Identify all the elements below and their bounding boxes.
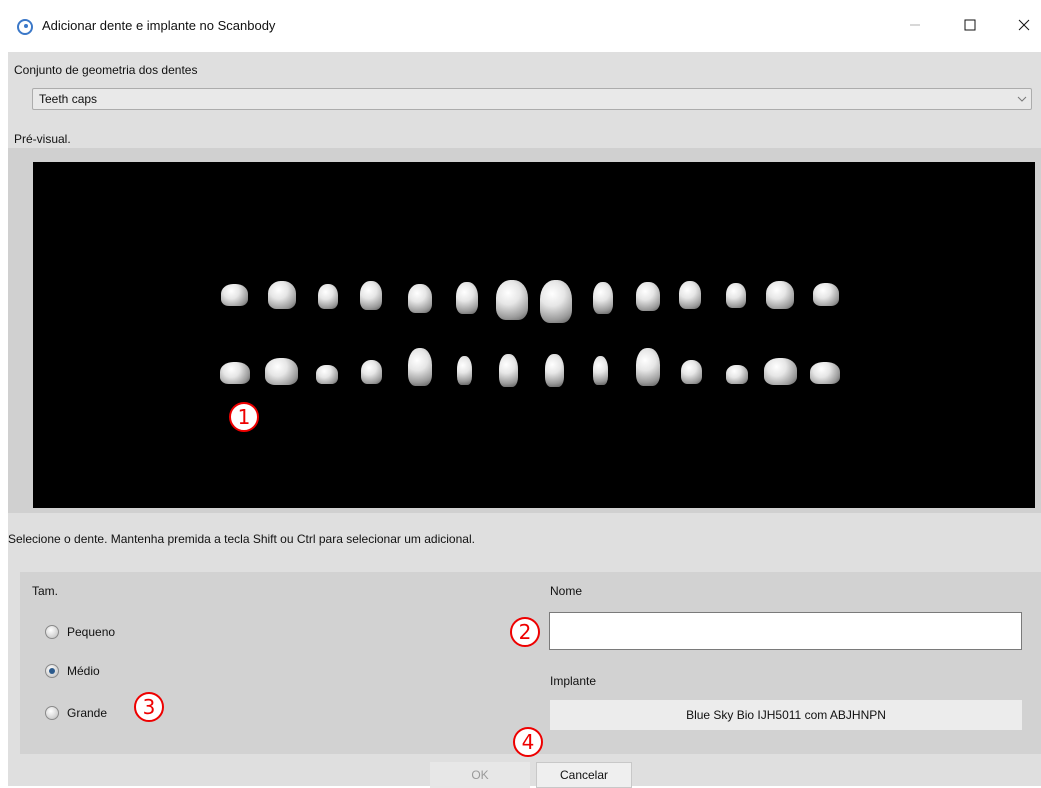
geometry-select-value: Teeth caps [39,92,98,106]
implant-label: Implante [550,674,597,688]
tooth-upper-7[interactable] [496,280,528,320]
tooth-upper-3[interactable] [318,284,338,309]
tooth-lower-11[interactable] [681,360,702,384]
window-title: Adicionar dente e implante no Scanbody [42,18,276,33]
maximize-button[interactable] [950,10,990,40]
tooth-upper-10[interactable] [636,282,660,311]
preview-label: Pré-visual. [14,132,71,146]
geometry-select[interactable]: Teeth caps [32,88,1032,110]
tooth-lower-6[interactable] [457,356,472,385]
tooth-upper-6[interactable] [456,282,478,314]
size-small-radio[interactable] [45,625,59,639]
tooth-lower-1[interactable] [220,362,250,384]
tooth-lower-14[interactable] [810,362,840,384]
tooth-upper-9[interactable] [593,282,613,314]
app-swirl-icon [17,19,33,35]
tooth-upper-8[interactable] [540,280,572,323]
size-label: Tam. [32,584,59,598]
dialog-body: Conjunto de geometria dos dentes Teeth c… [8,52,1041,788]
tooth-lower-12[interactable] [726,365,748,384]
tooth-upper-5[interactable] [408,284,432,313]
tooth-lower-2[interactable] [265,358,298,385]
close-icon [1018,19,1030,31]
tooth-upper-11[interactable] [679,281,701,309]
callout-2: 2 [510,617,540,647]
tooth-lower-8[interactable] [545,354,564,387]
tooth-lower-10[interactable] [636,348,660,386]
tooth-upper-1[interactable] [221,284,248,306]
size-small-label[interactable]: Pequeno [67,625,115,639]
title-bar: Adicionar dente e implante no Scanbody [0,0,1041,52]
tooth-upper-4[interactable] [360,281,382,310]
callout-3: 3 [134,692,164,722]
tooth-lower-5[interactable] [408,348,432,386]
teeth-preview-viewport[interactable]: 1 [33,162,1035,508]
tooth-lower-3[interactable] [316,365,338,384]
name-input[interactable] [549,612,1022,650]
implant-select-button[interactable]: Blue Sky Bio IJH5011 com ABJHNPN [550,700,1022,730]
options-panel: Tam. Pequeno Médio Grande 3 Nome 2 Impla… [20,572,1041,757]
tooth-lower-4[interactable] [361,360,382,384]
callout-4: 4 [513,727,543,757]
size-large-label[interactable]: Grande [67,706,107,720]
minimize-icon [910,24,920,26]
size-medium-radio[interactable] [45,664,59,678]
tooth-upper-2[interactable] [268,281,296,309]
tooth-lower-13[interactable] [764,358,797,385]
chevron-down-icon [1017,96,1027,102]
cancel-button[interactable]: Cancelar [536,762,632,788]
tooth-lower-9[interactable] [593,356,608,385]
maximize-icon [964,19,976,31]
tooth-upper-14[interactable] [813,283,839,306]
geometry-label: Conjunto de geometria dos dentes [14,63,198,77]
tooth-lower-7[interactable] [499,354,518,387]
preview-panel: 1 [8,148,1041,513]
name-label: Nome [550,584,583,598]
close-button[interactable] [1004,10,1041,40]
size-medium-label[interactable]: Médio [67,664,100,678]
callout-1: 1 [229,402,259,432]
size-large-radio[interactable] [45,706,59,720]
hint-text: Selecione o dente. Mantenha premida a te… [8,532,475,546]
tooth-upper-12[interactable] [726,283,746,308]
minimize-button[interactable] [895,10,935,40]
tooth-upper-13[interactable] [766,281,794,309]
ok-button[interactable]: OK [430,762,530,788]
